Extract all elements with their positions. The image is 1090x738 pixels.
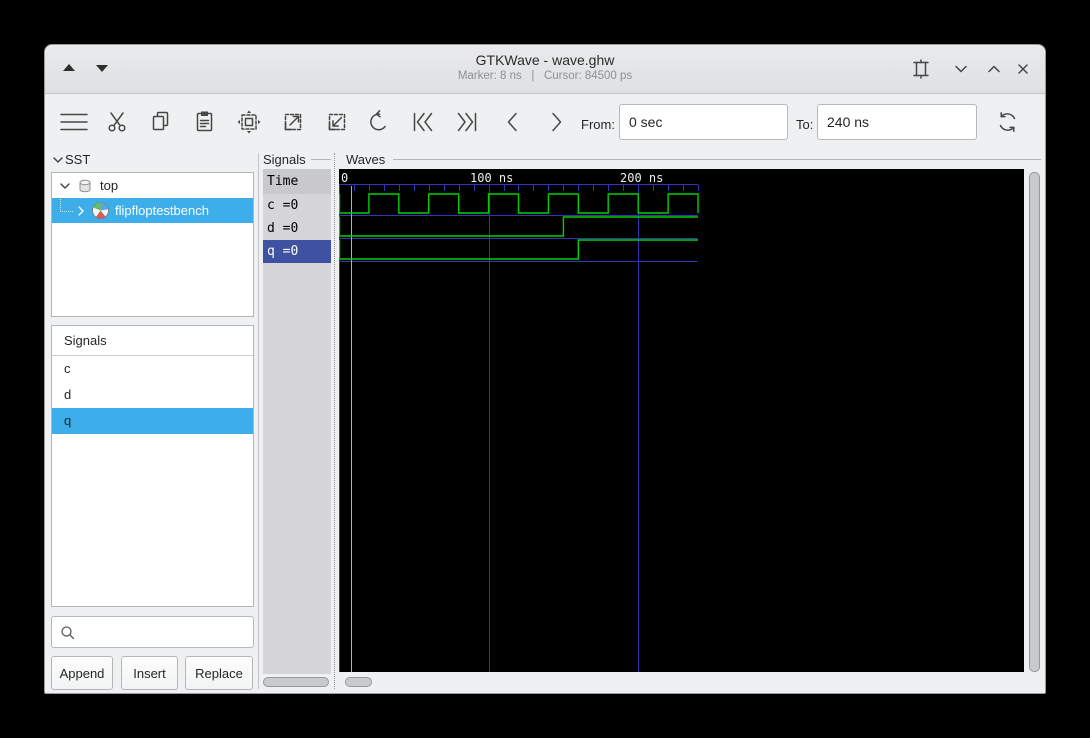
- sst-item-top[interactable]: top: [52, 173, 253, 198]
- sst-header-label: SST: [65, 152, 91, 167]
- keep-above-icon[interactable]: [63, 64, 75, 71]
- signal-list-item-c[interactable]: c: [52, 356, 253, 382]
- zoom-out-arrow-icon[interactable]: [280, 109, 306, 135]
- signal-column-header[interactable]: Signals: [52, 326, 253, 356]
- waves-frame-label: Waves: [346, 152, 386, 167]
- cursor-status: Cursor: 84500 ps: [543, 70, 633, 82]
- wave-vscrollbar[interactable]: [1029, 172, 1040, 672]
- sst-item-label: flipfloptestbench: [115, 203, 209, 218]
- skip-to-end-icon[interactable]: [453, 109, 481, 135]
- gtkwave-window: GTKWave - wave.ghw Marker: 8 ns | Cursor…: [44, 44, 1046, 694]
- search-icon: [61, 626, 75, 640]
- paned-separator[interactable]: [334, 153, 335, 689]
- desktop: { "window": { "title": "GTKWave - wave.g…: [0, 0, 1090, 738]
- paned-separator[interactable]: [258, 153, 259, 689]
- wave-signal-column: Time c =0 d =0 q =0: [263, 169, 331, 674]
- zoom-in-arrow-icon[interactable]: [324, 109, 350, 135]
- insert-button[interactable]: Insert: [121, 656, 178, 690]
- marker-status: Marker: 8 ns: [457, 70, 522, 82]
- cut-icon[interactable]: [105, 109, 131, 135]
- from-label: From:: [581, 117, 615, 132]
- signal-search-list: Signals c d q: [51, 325, 254, 607]
- time-tick-label: 100 ns: [470, 171, 514, 185]
- zoom-fit-icon[interactable]: [236, 109, 262, 135]
- expander-down-icon[interactable]: [58, 179, 72, 193]
- cylinder-icon: [79, 179, 91, 192]
- search-input[interactable]: [51, 616, 254, 648]
- toolbar: From: 0 sec To: 240 ns: [45, 93, 1045, 151]
- titlebar[interactable]: GTKWave - wave.ghw Marker: 8 ns | Cursor…: [45, 45, 1045, 94]
- wave-signal-row-c[interactable]: c =0: [263, 194, 331, 217]
- time-tick-label: 0: [341, 171, 349, 185]
- maximize-icon[interactable]: [986, 61, 1002, 77]
- to-input[interactable]: 240 ns: [817, 104, 977, 140]
- maximize-frame-icon[interactable]: [911, 59, 931, 79]
- signal-list-item-d[interactable]: d: [52, 382, 253, 408]
- time-tick-label: 200 ns: [620, 171, 664, 185]
- signals-frame-rule: [311, 159, 331, 160]
- subtitle-separator: |: [531, 70, 535, 82]
- replace-button[interactable]: Replace: [185, 656, 253, 690]
- sst-item-flipfloptestbench[interactable]: flipfloptestbench: [52, 198, 253, 223]
- wave-signal-row-d[interactable]: d =0: [263, 217, 331, 240]
- reload-icon[interactable]: [995, 109, 1021, 135]
- close-icon[interactable]: [1015, 61, 1031, 77]
- shade-icon[interactable]: [96, 65, 108, 72]
- sst-item-label: top: [100, 178, 119, 193]
- minimize-icon[interactable]: [953, 61, 969, 77]
- sst-tree: top flipfloptestbench: [51, 172, 254, 317]
- wave-signal-row-q[interactable]: q =0: [263, 240, 331, 263]
- module-icon: [92, 202, 109, 219]
- previous-edge-icon[interactable]: [500, 109, 526, 135]
- wave-hscrollbar[interactable]: [345, 677, 372, 687]
- expander-right-icon[interactable]: [75, 204, 87, 218]
- time-column-header[interactable]: Time: [263, 169, 331, 194]
- signal-column-hscrollbar[interactable]: [263, 677, 329, 687]
- collapse-chevron-icon[interactable]: [51, 153, 65, 167]
- tree-branch-line: [60, 199, 73, 212]
- undo-icon[interactable]: [367, 109, 393, 135]
- window-subtitle: Marker: 8 ns | Cursor: 84500 ps: [45, 70, 1045, 82]
- signals-frame-label: Signals: [263, 152, 306, 167]
- to-label: To:: [796, 117, 814, 132]
- skip-to-start-icon[interactable]: [409, 109, 437, 135]
- wave-canvas[interactable]: 0 100 ns 200 ns: [339, 169, 1024, 672]
- signal-list-item-q[interactable]: q: [52, 408, 253, 434]
- paste-icon[interactable]: [192, 109, 218, 135]
- sst-header[interactable]: SST: [51, 152, 90, 167]
- copy-icon[interactable]: [148, 109, 174, 135]
- waves-frame-rule: [393, 159, 1041, 160]
- append-button[interactable]: Append: [51, 656, 113, 690]
- menu-icon[interactable]: [58, 110, 90, 134]
- window-title: GTKWave - wave.ghw: [475, 52, 615, 68]
- next-edge-icon[interactable]: [543, 109, 569, 135]
- from-input[interactable]: 0 sec: [619, 104, 788, 140]
- wave-svg: [339, 184, 699, 672]
